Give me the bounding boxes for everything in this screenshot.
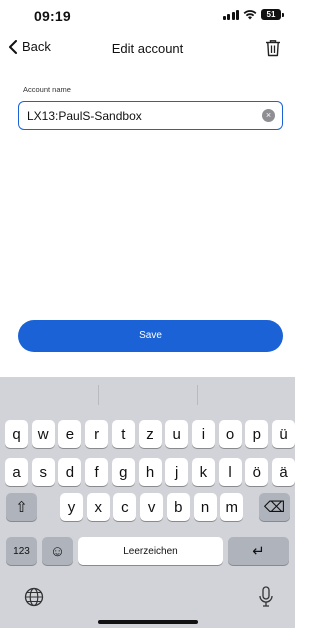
key-u[interactable]: u: [165, 420, 189, 448]
account-name-input[interactable]: [27, 102, 252, 129]
suggestion-bar: [0, 377, 295, 415]
battery-level: 51: [266, 10, 276, 19]
account-name-field[interactable]: ×: [18, 101, 283, 130]
return-key[interactable]: ↵: [228, 537, 289, 565]
globe-icon[interactable]: [24, 587, 44, 607]
status-icons: 51: [222, 9, 284, 20]
key-q[interactable]: q: [5, 420, 28, 448]
key-c[interactable]: c: [113, 493, 137, 521]
key-r[interactable]: r: [85, 420, 109, 448]
battery-icon: 51: [261, 9, 284, 20]
suggestion-divider: [197, 385, 198, 405]
trash-icon[interactable]: [263, 38, 283, 58]
key-b[interactable]: b: [166, 493, 190, 521]
key-y[interactable]: y: [60, 493, 83, 521]
nav-bar: Back Edit account: [0, 30, 295, 66]
key-n[interactable]: n: [193, 493, 217, 521]
shift-icon: ⇧: [15, 499, 28, 516]
suggestion-divider: [98, 385, 99, 405]
shift-key[interactable]: ⇧: [6, 493, 37, 521]
key-i[interactable]: i: [191, 420, 215, 448]
emoji-key[interactable]: ☺: [42, 537, 73, 565]
delete-key[interactable]: ⌫: [259, 493, 290, 521]
key-l[interactable]: l: [218, 458, 242, 486]
numbers-key[interactable]: 123: [6, 537, 37, 565]
keyboard: qwertzuiopüasdfghjklöäyxcvbnm ⇧ ⌫ 123 ☺ …: [0, 377, 295, 628]
key-a[interactable]: a: [5, 458, 28, 486]
key-p[interactable]: p: [245, 420, 269, 448]
key-t[interactable]: t: [111, 420, 135, 448]
key-h[interactable]: h: [138, 458, 162, 486]
key-j[interactable]: j: [165, 458, 189, 486]
key-m[interactable]: m: [220, 493, 244, 521]
key-ä[interactable]: ä: [272, 458, 295, 486]
key-s[interactable]: s: [31, 458, 55, 486]
key-ü[interactable]: ü: [272, 420, 295, 448]
signal-icon: [222, 9, 239, 20]
clear-icon[interactable]: ×: [262, 109, 275, 122]
key-d[interactable]: d: [58, 458, 82, 486]
page-title: Edit account: [111, 41, 184, 56]
key-g[interactable]: g: [111, 458, 135, 486]
delete-icon: ⌫: [263, 499, 286, 516]
key-o[interactable]: o: [218, 420, 242, 448]
save-button[interactable]: Save: [18, 320, 283, 352]
mic-icon[interactable]: [257, 586, 275, 608]
wifi-icon: [243, 10, 257, 20]
status-time: 09:19: [34, 8, 71, 24]
key-v[interactable]: v: [140, 493, 164, 521]
emoji-icon: ☺: [49, 542, 66, 560]
key-z[interactable]: z: [138, 420, 162, 448]
status-bar: 09:19 51: [0, 0, 295, 30]
home-indicator: [98, 620, 198, 624]
key-x[interactable]: x: [86, 493, 110, 521]
key-f[interactable]: f: [85, 458, 109, 486]
key-w[interactable]: w: [31, 420, 55, 448]
space-key[interactable]: Leerzeichen: [78, 537, 223, 565]
account-name-label: Account name: [23, 85, 71, 94]
key-e[interactable]: e: [58, 420, 82, 448]
key-k[interactable]: k: [191, 458, 215, 486]
key-ö[interactable]: ö: [245, 458, 269, 486]
return-icon: ↵: [252, 543, 265, 560]
